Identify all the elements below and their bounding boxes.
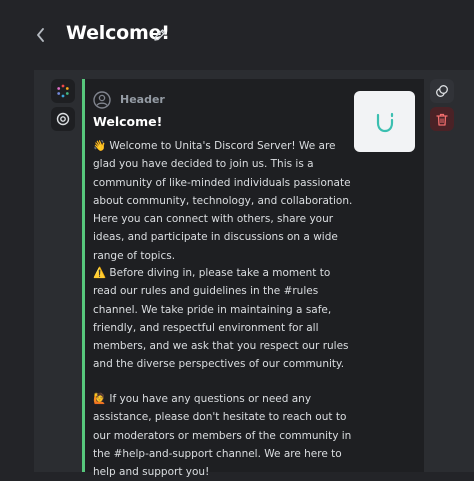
pencil-icon (154, 29, 166, 41)
duplicate-icon (436, 85, 448, 97)
delete-button[interactable] (430, 107, 454, 131)
header-avatar-icon (93, 91, 111, 109)
embed-thumbnail (354, 91, 415, 152)
embed-paragraph-intro: 👋 Welcome to Unita's Discord Server! We … (93, 140, 353, 262)
color-wheel-icon (57, 84, 69, 98)
back-button[interactable] (33, 25, 49, 45)
trash-icon (436, 113, 448, 126)
unita-logo-icon (376, 112, 393, 132)
preview-button[interactable] (51, 107, 75, 131)
embed-header-label: Header (120, 93, 165, 106)
duplicate-button[interactable] (430, 79, 454, 103)
embed-title: Welcome! (93, 114, 163, 129)
edit-title-button[interactable] (153, 27, 169, 43)
eye-icon (56, 112, 70, 126)
embed-paragraph-rules: ⚠️ Before diving in, please take a momen… (93, 267, 349, 371)
chevron-left-icon (37, 28, 44, 42)
color-picker-button[interactable] (51, 79, 75, 103)
top-bar: Welcome! (0, 0, 474, 68)
embed-paragraph-help: 🙋 If you have any questions or need any … (93, 393, 352, 479)
